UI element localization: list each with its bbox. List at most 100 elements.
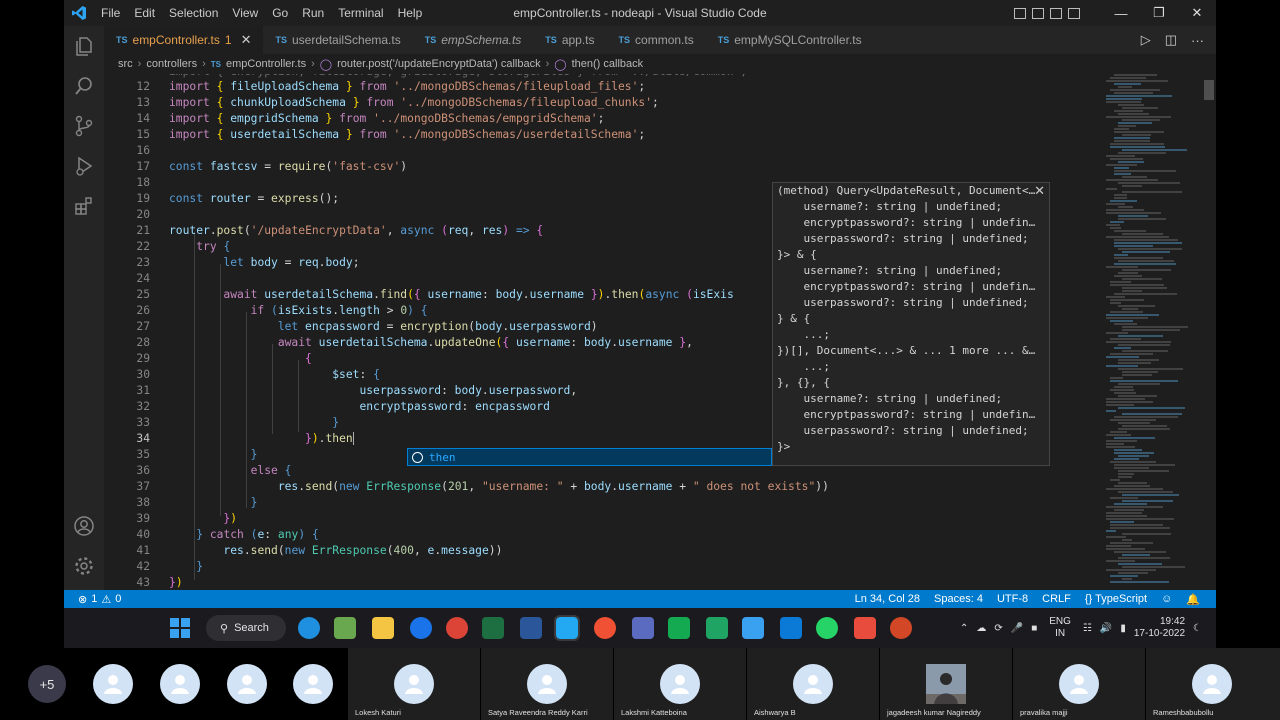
minimap[interactable]: [1106, 74, 1204, 590]
postman-icon[interactable]: [594, 617, 616, 639]
avatar[interactable]: [93, 664, 133, 704]
vscode-taskbar-icon[interactable]: [554, 615, 580, 641]
hangouts-icon[interactable]: [706, 617, 728, 639]
editor-actions: ▷ ◫ ···: [1141, 26, 1216, 54]
run-debug-icon[interactable]: [72, 154, 96, 178]
notepad-plus-icon[interactable]: [334, 617, 356, 639]
avatar[interactable]: [293, 664, 333, 704]
scrollbar-thumb[interactable]: [1204, 80, 1214, 100]
run-file-icon[interactable]: ▷: [1141, 32, 1151, 48]
menu-terminal[interactable]: Terminal: [331, 6, 390, 20]
menu-selection[interactable]: Selection: [162, 6, 225, 20]
notifications-bell-icon[interactable]: 🔔: [1186, 593, 1200, 606]
language-mode[interactable]: {} TypeScript: [1085, 593, 1147, 606]
excel-icon[interactable]: [482, 617, 504, 639]
menu-file[interactable]: File: [94, 6, 127, 20]
sync-icon[interactable]: ⟳: [994, 623, 1002, 634]
visual-studio-icon[interactable]: [632, 617, 654, 639]
minimap-line: [1118, 335, 1163, 337]
menu-help[interactable]: Help: [391, 6, 430, 20]
minimap-line: [1110, 581, 1169, 583]
source-control-icon[interactable]: [72, 114, 96, 138]
menu-edit[interactable]: Edit: [127, 6, 162, 20]
menu-run[interactable]: Run: [295, 6, 331, 20]
chrome-icon[interactable]: [446, 617, 468, 639]
minimap-line: [1122, 308, 1138, 310]
search-icon[interactable]: [72, 74, 96, 98]
browser-edge-icon[interactable]: [298, 617, 320, 639]
minimap-line: [1114, 173, 1131, 175]
clock[interactable]: 19:42 17-10-2022: [1134, 616, 1185, 640]
indentation[interactable]: Spaces: 4: [934, 593, 983, 606]
minimap-line: [1110, 158, 1143, 160]
powerpoint-icon[interactable]: [890, 617, 912, 639]
typescript-file-icon: TS: [424, 35, 437, 45]
wifi-icon[interactable]: ☷: [1083, 623, 1092, 634]
minimap-line: [1106, 518, 1174, 520]
language-top: ENG: [1049, 616, 1071, 627]
split-editor-icon[interactable]: ◫: [1165, 32, 1177, 48]
suggestion-item[interactable]: then: [407, 448, 772, 466]
breadcrumb-controllers[interactable]: controllers: [146, 58, 197, 70]
more-actions-icon[interactable]: ···: [1191, 33, 1204, 48]
mongodb-compass-icon[interactable]: [668, 617, 690, 639]
customize-layout-icon[interactable]: [1068, 7, 1080, 19]
close-hover-icon[interactable]: ✕: [1034, 184, 1045, 199]
extensions-icon[interactable]: [72, 194, 96, 218]
menu-bar: File Edit Selection View Go Run Terminal…: [94, 6, 429, 20]
word-icon[interactable]: [520, 617, 542, 639]
settings-gear-icon[interactable]: [72, 554, 96, 578]
tab-emp-schema[interactable]: TS empSchema.ts: [413, 26, 534, 54]
teams-icon[interactable]: ■: [1031, 623, 1037, 634]
file-explorer-icon[interactable]: [372, 617, 394, 639]
toggle-panel-icon[interactable]: [1032, 7, 1044, 19]
tab-app[interactable]: TS app.ts: [533, 26, 606, 54]
explorer-icon[interactable]: [72, 34, 96, 58]
minimap-line: [1118, 182, 1180, 184]
breadcrumb-file[interactable]: empController.ts: [226, 58, 306, 70]
line-number: 41: [136, 544, 150, 557]
notes-app-icon[interactable]: [742, 617, 764, 639]
toggle-sidebar-icon[interactable]: [1014, 7, 1026, 19]
breadcrumb-then-callback[interactable]: then() callback: [572, 58, 644, 70]
menu-view[interactable]: View: [225, 6, 265, 20]
cloud-icon[interactable]: ☁: [976, 623, 986, 634]
more-participants-badge[interactable]: +5: [28, 665, 66, 703]
avatar[interactable]: [160, 664, 200, 704]
close-window-button[interactable]: ✕: [1178, 0, 1216, 26]
avatar[interactable]: [227, 664, 267, 704]
focus-assist-icon[interactable]: ☾: [1193, 623, 1202, 634]
windows-start-icon[interactable]: [170, 618, 190, 638]
language-indicator[interactable]: ENG IN: [1049, 616, 1071, 640]
account-icon[interactable]: [72, 514, 96, 538]
media-player-icon[interactable]: [780, 617, 802, 639]
battery-icon[interactable]: ▮: [1120, 623, 1126, 634]
close-tab-icon[interactable]: ✕: [241, 32, 252, 48]
minimize-button[interactable]: —: [1102, 0, 1140, 26]
menu-go[interactable]: Go: [265, 6, 295, 20]
error-icon: ⊗: [78, 593, 88, 606]
microphone-icon[interactable]: 🎤: [1011, 623, 1023, 634]
toggle-secondary-sidebar-icon[interactable]: [1050, 7, 1062, 19]
minimap-line: [1118, 455, 1149, 457]
feedback-icon[interactable]: ☺: [1161, 593, 1172, 606]
line-endings[interactable]: CRLF: [1042, 593, 1071, 606]
tab-emp-mysql-controller[interactable]: TS empMySQLController.ts: [706, 26, 874, 54]
problems-indicator[interactable]: ⊗ 1 ⚠ 0: [64, 593, 121, 606]
skype-icon[interactable]: [410, 617, 432, 639]
encoding[interactable]: UTF-8: [997, 593, 1028, 606]
taskbar-search-button[interactable]: ⚲ Search: [206, 615, 286, 641]
volume-icon[interactable]: 🔊: [1100, 623, 1112, 634]
whatsapp-icon[interactable]: [816, 617, 838, 639]
minimap-line: [1122, 578, 1132, 580]
anydesk-icon[interactable]: [854, 617, 876, 639]
chevron-up-icon[interactable]: ⌃: [960, 623, 968, 634]
tab-userdetail-schema[interactable]: TS userdetailSchema.ts: [263, 26, 412, 54]
breadcrumb-router-post[interactable]: router.post('/updateEncryptData') callba…: [337, 58, 541, 70]
tab-common[interactable]: TS common.ts: [607, 26, 706, 54]
restore-button[interactable]: ❐: [1140, 0, 1178, 26]
minimap-line: [1118, 344, 1170, 346]
breadcrumb-src[interactable]: src: [118, 58, 133, 70]
tab-emp-controller[interactable]: TS empController.ts 1 ✕: [104, 26, 264, 54]
cursor-position[interactable]: Ln 34, Col 28: [855, 593, 920, 606]
